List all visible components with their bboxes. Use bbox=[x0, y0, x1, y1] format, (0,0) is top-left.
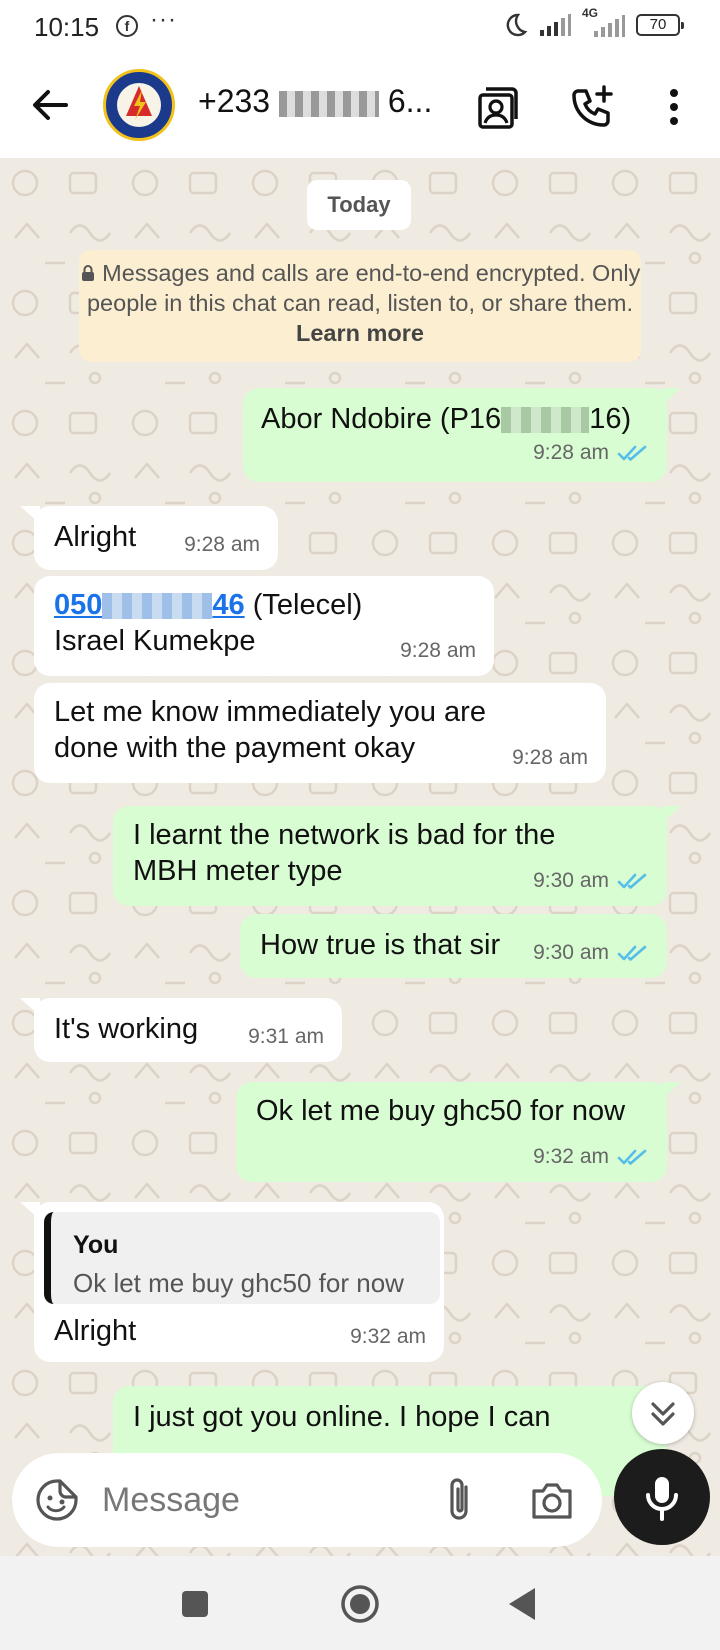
contact-avatar[interactable] bbox=[103, 69, 175, 141]
redacted-text bbox=[501, 407, 590, 434]
back-arrow-icon[interactable] bbox=[28, 81, 72, 129]
message-text: How true is that sir bbox=[260, 929, 501, 961]
double-check-icon bbox=[617, 1149, 647, 1165]
sticker-icon[interactable] bbox=[34, 1477, 80, 1523]
nav-back-icon[interactable] bbox=[500, 1580, 548, 1628]
network-type: 4G bbox=[582, 6, 626, 38]
message-text-line2: Israel Kumekpe bbox=[54, 625, 256, 657]
learn-more-link[interactable]: Learn more bbox=[296, 320, 424, 346]
message-text: 050 46 (Telecel) bbox=[54, 589, 363, 621]
message-bubble-incoming[interactable]: 050 46 (Telecel) Israel Kumekpe 9:28 am bbox=[34, 576, 494, 676]
scroll-to-bottom-button[interactable] bbox=[632, 1382, 694, 1444]
message-text-line2: MBH meter type bbox=[133, 855, 343, 887]
phone-number-link[interactable]: 050 46 bbox=[54, 589, 245, 621]
company-logo-icon bbox=[108, 74, 170, 136]
message-bubble-outgoing[interactable]: Abor Ndobire (P16 16) 9:28 am bbox=[243, 388, 681, 482]
status-bar: 10:15 f ··· 4G 70 bbox=[0, 0, 720, 55]
bubble-tail bbox=[661, 806, 681, 824]
facebook-notification-icon: f bbox=[116, 15, 138, 37]
nav-home-icon[interactable] bbox=[336, 1580, 384, 1628]
encryption-notice[interactable]: Messages and calls are end-to-end encryp… bbox=[79, 250, 641, 362]
more-vert-icon[interactable] bbox=[654, 83, 694, 131]
message-meta: 9:30 am bbox=[533, 934, 649, 972]
bubble-tail bbox=[661, 388, 681, 406]
message-meta: 9:28 am bbox=[533, 434, 649, 472]
message-bubble-outgoing[interactable]: Ok let me buy ghc50 for now 9:32 am bbox=[236, 1082, 681, 1182]
battery-icon: 70 bbox=[636, 14, 684, 36]
dnd-moon-icon bbox=[506, 13, 528, 37]
bubble-tail bbox=[20, 998, 40, 1016]
message-text-line2: done with the payment okay bbox=[54, 732, 416, 764]
message-text: Let me know immediately you are bbox=[54, 696, 486, 728]
message-text: Ok let me buy ghc50 for now bbox=[256, 1095, 626, 1127]
redacted-number bbox=[278, 90, 379, 117]
double-check-icon bbox=[617, 873, 647, 889]
message-time: 9:28 am bbox=[512, 746, 588, 769]
message-bubble-incoming[interactable]: Let me know immediately you are done wit… bbox=[34, 683, 606, 783]
signal-icon-2 bbox=[594, 15, 625, 37]
bubble-tail bbox=[661, 1082, 681, 1100]
camera-icon[interactable] bbox=[528, 1477, 576, 1523]
double-check-icon bbox=[617, 945, 647, 961]
status-time: 10:15 bbox=[34, 12, 100, 42]
message-text: Alright bbox=[54, 1315, 137, 1347]
message-text: I learnt the network is bad for the bbox=[133, 819, 556, 851]
scroll-down-icon bbox=[651, 1402, 675, 1426]
message-text: Alright bbox=[54, 521, 137, 553]
bubble-tail bbox=[20, 1202, 40, 1220]
add-call-icon[interactable] bbox=[568, 83, 616, 131]
redacted-number bbox=[102, 593, 213, 620]
attach-icon[interactable] bbox=[440, 1475, 480, 1525]
message-bubble-outgoing[interactable]: I learnt the network is bad for the MBH … bbox=[113, 806, 681, 906]
message-text: It's working bbox=[54, 1013, 199, 1045]
message-bubble-incoming[interactable]: Alright 9:28 am bbox=[20, 506, 278, 570]
voice-message-button[interactable] bbox=[614, 1449, 710, 1545]
day-separator: Today bbox=[307, 180, 411, 230]
message-meta: 9:30 am bbox=[533, 862, 649, 900]
message-input[interactable] bbox=[102, 1473, 402, 1527]
quoted-text: Ok let me buy ghc50 for now bbox=[73, 1268, 404, 1298]
message-text: Abor Ndobire (P16 16) bbox=[261, 403, 632, 435]
message-composer bbox=[12, 1453, 602, 1547]
more-notifications-icon: ··· bbox=[150, 6, 177, 33]
system-navigation-bar bbox=[0, 1556, 720, 1650]
message-time: 9:28 am bbox=[184, 533, 260, 556]
signal-icon bbox=[540, 14, 571, 36]
message-time: 9:28 am bbox=[400, 639, 476, 662]
message-time: 9:31 am bbox=[248, 1025, 324, 1048]
status-icons: 4G 70 bbox=[502, 6, 684, 38]
bubble-tail bbox=[20, 506, 40, 524]
quoted-message[interactable]: You Ok let me buy ghc50 for now bbox=[44, 1212, 440, 1304]
chat-area[interactable]: Today Messages and calls are end-to-end … bbox=[0, 158, 720, 1556]
quoted-author: You bbox=[73, 1231, 119, 1259]
message-bubble-reply[interactable]: You Ok let me buy ghc50 for now Alright … bbox=[20, 1202, 444, 1362]
chat-header: +233 6... bbox=[0, 55, 720, 158]
mic-icon bbox=[646, 1477, 678, 1521]
contact-card-icon[interactable] bbox=[472, 83, 520, 131]
message-time: 9:32 am bbox=[350, 1325, 426, 1348]
nav-recents-icon[interactable] bbox=[171, 1580, 219, 1628]
message-bubble-outgoing[interactable]: How true is that sir 9:30 am bbox=[240, 914, 667, 978]
double-check-icon bbox=[617, 445, 647, 461]
message-text: I just got you online. I hope I can bbox=[133, 1401, 551, 1433]
message-meta: 9:32 am bbox=[533, 1138, 649, 1176]
chat-title[interactable]: +233 6... bbox=[198, 83, 448, 120]
message-bubble-incoming[interactable]: It's working 9:31 am bbox=[20, 998, 342, 1062]
lock-icon bbox=[81, 265, 94, 281]
